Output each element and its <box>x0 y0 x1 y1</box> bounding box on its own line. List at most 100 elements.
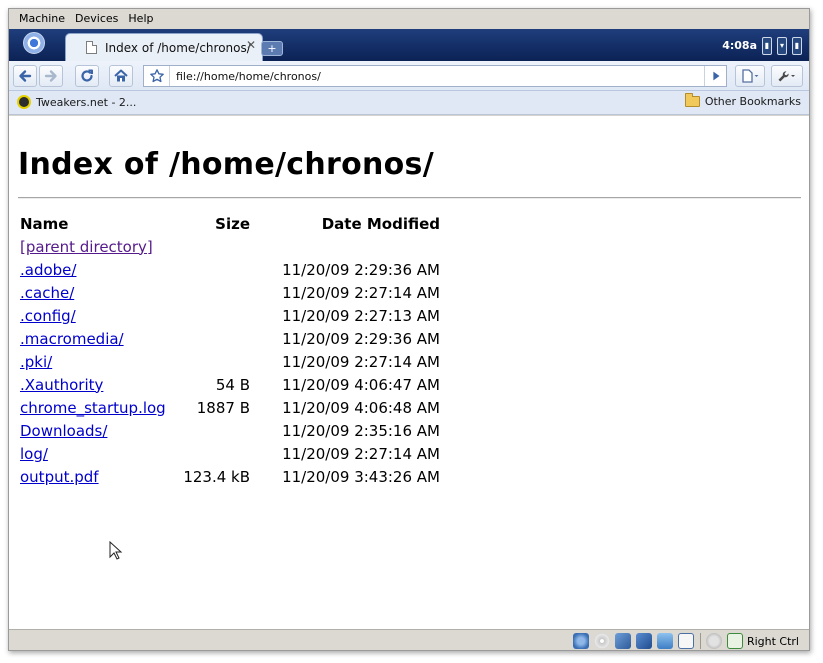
bookmarks-bar: Tweakers.net - 2... Other Bookmarks <box>9 91 809 115</box>
forward-button[interactable] <box>39 65 63 87</box>
mouse-cursor-icon <box>109 541 123 560</box>
virtualization-icon <box>677 633 694 649</box>
battery-icon[interactable]: ▮ <box>762 37 772 55</box>
menu-help[interactable]: Help <box>123 9 158 29</box>
host-key-label: Right Ctrl <box>746 634 799 648</box>
file-size <box>178 442 256 465</box>
table-row: output.pdf 123.4 kB 11/20/09 3:43:26 AM <box>18 465 442 488</box>
table-row: chrome_startup.log 1887 B 11/20/09 4:06:48… <box>18 396 442 419</box>
new-tab-button[interactable]: + <box>261 41 283 56</box>
file-link[interactable]: .pki/ <box>20 353 52 371</box>
url-input[interactable] <box>176 69 676 83</box>
file-size: 1887 B <box>196 398 250 417</box>
file-size <box>178 419 256 442</box>
directory-listing-table: Name Size Date Modified [parent director… <box>18 212 442 488</box>
star-icon <box>149 69 164 83</box>
page-title: Index of /home/chronos/ <box>18 147 434 182</box>
statusbar-separator <box>699 633 701 649</box>
file-size <box>178 281 256 304</box>
cd-drive-icon[interactable] <box>593 633 610 649</box>
table-row: .Xauthority 54 B 11/20/09 4:06:47 AM <box>18 373 442 396</box>
page-menu-button[interactable] <box>735 65 765 87</box>
table-row: .pki/11/20/09 2:27:14 AM <box>18 350 442 373</box>
file-link[interactable]: .Xauthority <box>20 376 103 394</box>
file-link[interactable]: .macromedia/ <box>20 330 124 348</box>
file-date-modified: 11/20/09 2:29:36 AM <box>282 329 440 348</box>
vm-statusbar: Right Ctrl <box>9 629 809 650</box>
other-bookmarks-button[interactable]: Other Bookmarks <box>684 93 801 108</box>
network-icon[interactable] <box>614 633 631 649</box>
tools-menu-button[interactable] <box>771 65 803 87</box>
omnibox[interactable] <box>143 65 727 87</box>
file-link[interactable]: output.pdf <box>20 468 99 486</box>
usb-icon[interactable] <box>635 633 652 649</box>
menu-devices[interactable]: Devices <box>70 9 123 29</box>
file-size: 54 B <box>215 375 250 394</box>
back-button[interactable] <box>13 65 37 87</box>
file-date-modified: 11/20/09 4:06:47 AM <box>282 375 440 394</box>
chrome-logo-icon[interactable] <box>23 32 45 54</box>
parent-directory-row: [parent directory] <box>18 235 442 258</box>
file-date-modified: 11/20/09 2:27:14 AM <box>282 352 440 371</box>
file-link[interactable]: chrome_startup.log <box>20 399 166 417</box>
file-link[interactable]: Downloads/ <box>20 422 107 440</box>
other-bookmarks-label: Other Bookmarks <box>704 95 801 108</box>
file-date-modified: 11/20/09 2:29:36 AM <box>282 260 440 279</box>
vm-menubar: Machine Devices Help <box>9 9 809 29</box>
power-icon[interactable]: ▮ <box>792 37 802 55</box>
file-link[interactable]: .adobe/ <box>20 261 76 279</box>
go-button[interactable] <box>704 66 726 86</box>
page-menu-icon <box>742 69 759 83</box>
page-content: Index of /home/chronos/ Name Size Date M… <box>9 116 809 629</box>
bookmark-label: Tweakers.net - 2... <box>36 95 137 109</box>
column-header-name[interactable]: Name <box>18 212 178 235</box>
file-size <box>178 258 256 281</box>
folder-icon <box>684 93 700 107</box>
file-date-modified: 11/20/09 2:27:13 AM <box>282 306 440 325</box>
file-link[interactable]: log/ <box>20 445 48 463</box>
file-date-modified: 11/20/09 4:06:48 AM <box>282 398 440 417</box>
file-date-modified: 11/20/09 3:43:26 AM <box>282 467 440 486</box>
file-link[interactable]: .cache/ <box>20 284 74 302</box>
column-header-size[interactable]: Size <box>178 212 256 235</box>
file-date-modified: 11/20/09 2:27:14 AM <box>282 283 440 302</box>
virtualbox-window: Machine Devices Help Index of /home/chro… <box>8 8 810 651</box>
bookmark-star-button[interactable] <box>144 66 170 86</box>
clock: 4:08a <box>722 39 757 52</box>
table-row: .cache/11/20/09 2:27:14 AM <box>18 281 442 304</box>
shared-folder-icon[interactable] <box>656 633 673 649</box>
reload-icon <box>81 69 93 82</box>
close-tab-icon[interactable]: ✕ <box>246 38 256 52</box>
back-arrow-icon <box>19 70 32 82</box>
divider <box>18 197 801 199</box>
document-icon <box>86 41 97 54</box>
host-key-icon <box>726 633 743 649</box>
browser-toolbar <box>9 61 809 91</box>
hard-disk-icon[interactable] <box>572 633 589 649</box>
table-row: .macromedia/11/20/09 2:29:36 AM <box>18 327 442 350</box>
bookmark-tweakers[interactable]: Tweakers.net - 2... <box>17 95 136 109</box>
file-size <box>178 350 256 373</box>
home-icon <box>114 69 128 82</box>
file-link[interactable]: .config/ <box>20 307 76 325</box>
network-status-icon[interactable]: ▾ <box>777 37 787 55</box>
menu-machine[interactable]: Machine <box>14 9 70 29</box>
table-row: .config/11/20/09 2:27:13 AM <box>18 304 442 327</box>
mouse-integration-icon[interactable] <box>705 633 722 649</box>
tab-index-of-chronos[interactable]: Index of /home/chronos/ ✕ <box>65 33 263 61</box>
home-button[interactable] <box>109 65 133 87</box>
column-header-date-modified[interactable]: Date Modified <box>256 212 442 235</box>
reload-button[interactable] <box>75 65 99 87</box>
wrench-icon <box>778 71 795 82</box>
table-row: log/11/20/09 2:27:14 AM <box>18 442 442 465</box>
file-size <box>178 304 256 327</box>
table-row: Downloads/11/20/09 2:35:16 AM <box>18 419 442 442</box>
forward-arrow-icon <box>44 70 57 82</box>
parent-directory-link[interactable]: [parent directory] <box>20 238 153 256</box>
file-size <box>178 327 256 350</box>
table-header-row: Name Size Date Modified <box>18 212 442 235</box>
tab-strip: Index of /home/chronos/ ✕ + 4:08a ▮ ▾ ▮ <box>9 29 809 61</box>
tab-title: Index of /home/chronos/ <box>105 40 251 55</box>
go-arrow-icon <box>712 71 719 81</box>
file-date-modified: 11/20/09 2:35:16 AM <box>282 421 440 440</box>
